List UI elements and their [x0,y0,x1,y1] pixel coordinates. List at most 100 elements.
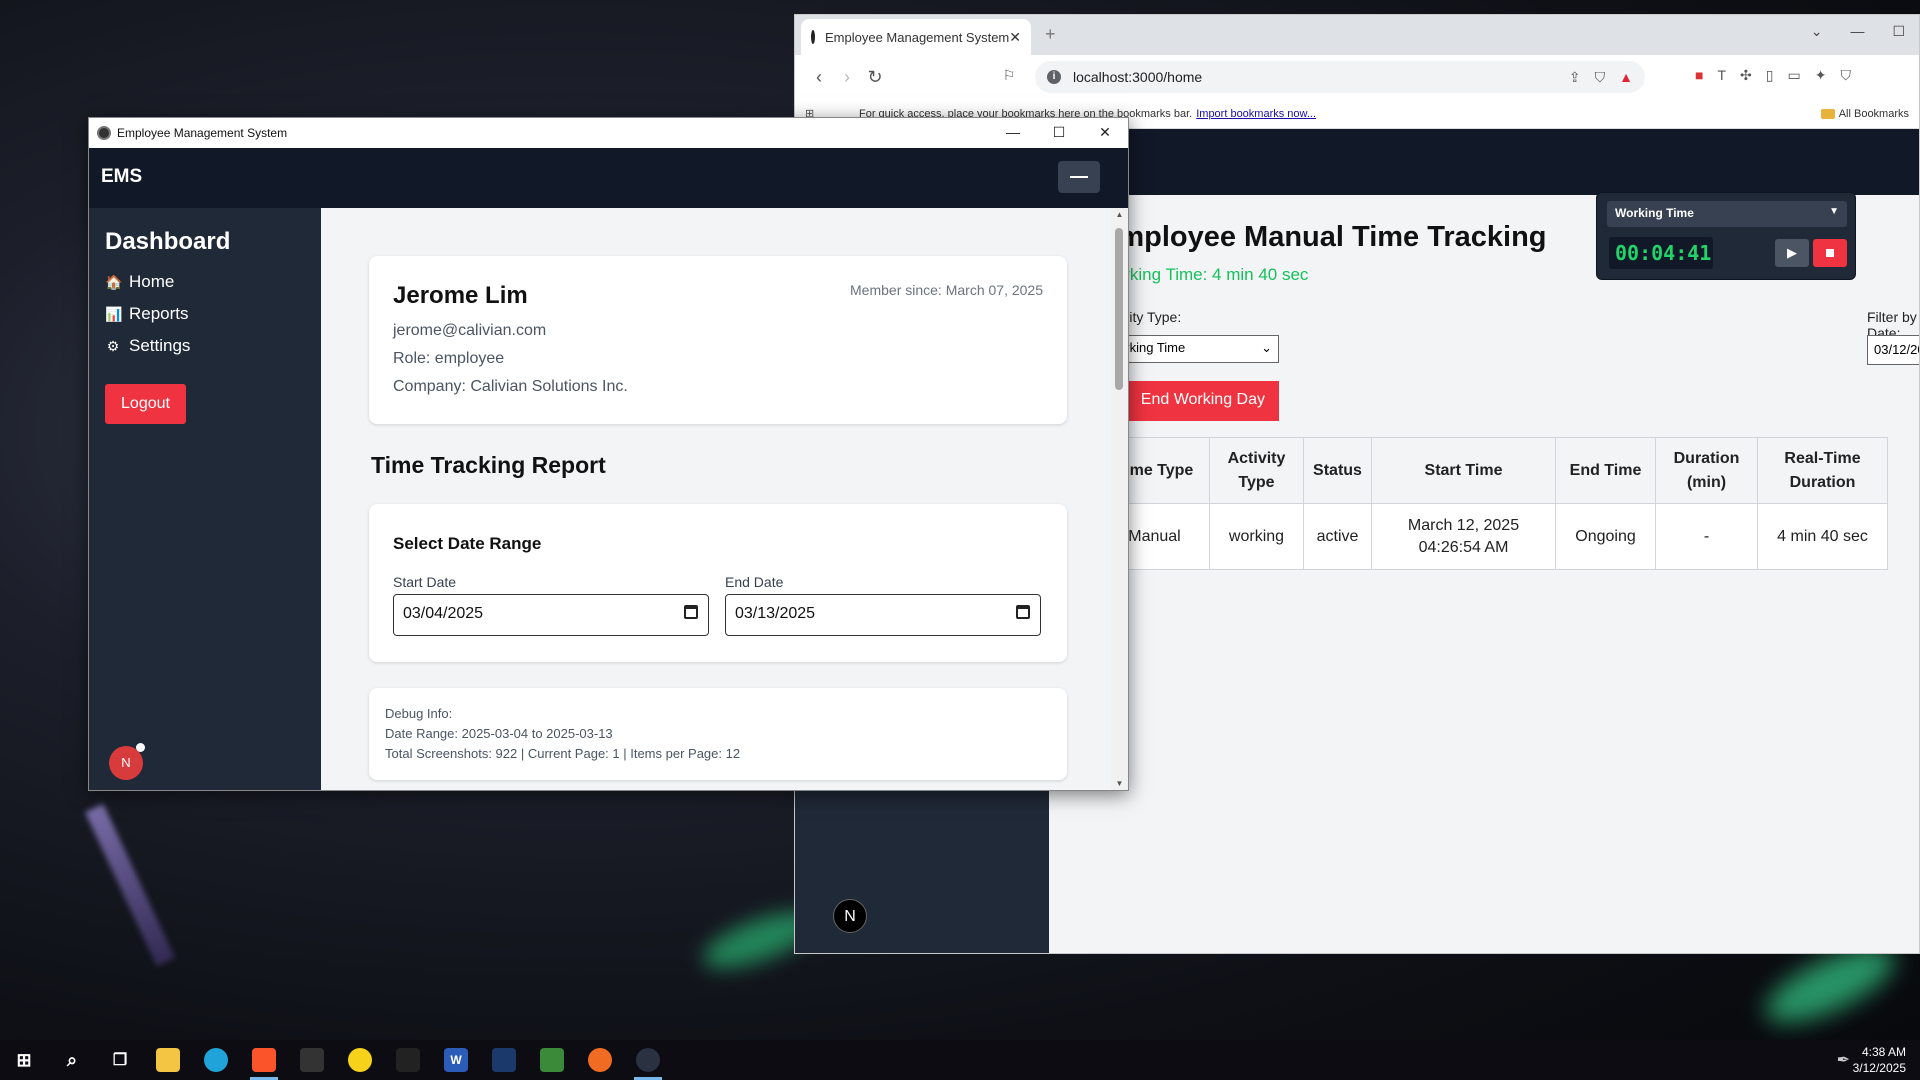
leo-icon[interactable]: ✦ [1815,67,1827,84]
new-tab-button[interactable]: + [1045,24,1056,45]
start-date-label: Start Date [393,574,457,590]
browser-tab[interactable]: Employee Management System ✕ [801,19,1031,55]
calendar-icon[interactable] [1016,605,1030,619]
browser-tab-bar: Employee Management System ✕ + ⌄ — ☐ [795,15,1919,55]
sidebar-icon[interactable]: ▯ [1766,67,1774,84]
back-icon[interactable]: ‹ [805,67,833,88]
app-window: Employee Management System — ☐ ✕ EMS Das… [88,117,1129,791]
minimize-icon[interactable]: — [990,118,1036,148]
debug-title: Debug Info: [385,706,453,721]
tab-search-icon[interactable]: ⌄ [1811,23,1823,40]
taskbar-app[interactable] [288,1040,336,1080]
column-header: Duration (min) [1655,437,1758,504]
vpn-icon[interactable]: ⛉ [1840,67,1851,84]
address-bar[interactable]: i localhost:3000/home ⇪ ⛉ ▲ [1035,61,1645,93]
tab-close-icon[interactable]: ✕ [1009,29,1021,46]
close-icon[interactable]: ✕ [1082,118,1128,148]
profile-card: Jerome Lim Member since: March 07, 2025 … [369,256,1067,424]
taskbar-brave[interactable] [240,1040,288,1080]
bookmark-icon[interactable]: ⚐ [995,67,1023,84]
forward-icon[interactable]: › [833,67,861,88]
play-button[interactable]: ▶ [1775,239,1809,267]
scroll-up-icon[interactable]: ▲ [1111,210,1128,219]
task-view-icon: ❐ [112,1052,128,1069]
timer-mode-select[interactable]: Working Time ▼ [1607,201,1847,227]
extension-icon[interactable]: ■ [1695,67,1703,84]
stop-button[interactable] [1813,239,1847,267]
timer-clock: 00:04:41 [1609,237,1713,269]
timer-mode-value: Working Time [1615,206,1694,220]
extension-icon[interactable]: T [1717,67,1726,84]
logout-button[interactable]: Logout [105,384,186,424]
sidebar-item-reports[interactable]: 📊 Reports [105,304,189,324]
electron-icon [636,1048,660,1072]
date-range-card: Select Date Range Start Date 03/04/2025 … [369,504,1067,662]
start-date-input[interactable]: 03/04/2025 [393,594,709,636]
start-button[interactable]: ⊞ [0,1040,48,1080]
share-icon[interactable]: ⇪ [1569,69,1581,86]
home-icon: 🏠 [105,273,123,290]
taskbar-app[interactable] [336,1040,384,1080]
column-header: Start Time [1371,437,1556,504]
profile-company: Company: Calivian Solutions Inc. [393,378,628,395]
taskbar-file-explorer[interactable] [144,1040,192,1080]
clock-date: 3/12/2025 [1852,1061,1906,1075]
wallet-icon[interactable]: ▭ [1787,67,1800,84]
sidebar-item-home[interactable]: 🏠 Home [105,272,174,292]
calendar-icon[interactable] [684,605,698,619]
app-window-title: Employee Management System [117,126,288,140]
scrollbar-thumb[interactable] [1115,228,1123,390]
menu-toggle-button[interactable] [1058,161,1100,193]
maximize-icon[interactable]: ☐ [1892,23,1905,40]
column-header: Status [1303,437,1372,504]
brave-rewards-icon[interactable]: ▲ [1619,69,1633,85]
taskbar-app[interactable] [480,1040,528,1080]
taskbar-edge[interactable] [192,1040,240,1080]
taskbar-app[interactable] [576,1040,624,1080]
vertical-scrollbar[interactable]: ▲ ▼ [1111,208,1128,790]
date-range-heading: Select Date Range [393,534,542,553]
search-button[interactable]: ⌕ [48,1040,96,1080]
pen-icon[interactable]: ✒ [1837,1050,1850,1070]
minimize-icon[interactable]: — [1850,23,1864,40]
sidebar-item-settings[interactable]: ⚙ Settings [105,336,191,356]
member-since: Member since: March 07, 2025 [850,282,1043,298]
brand-logo[interactable]: EMS [101,166,142,188]
folder-icon [156,1048,180,1072]
maximize-icon[interactable]: ☐ [1036,118,1082,148]
reload-icon[interactable]: ↻ [861,67,889,88]
profile-role: Role: employee [393,350,505,367]
nextjs-badge[interactable]: N [109,743,145,780]
brave-shield-icon[interactable]: ⛉ [1595,69,1606,86]
scroll-down-icon[interactable]: ▼ [1111,779,1128,788]
taskbar-electron[interactable] [624,1040,672,1080]
import-bookmarks-link[interactable]: Import bookmarks now... [1196,108,1316,120]
sidebar-item-label: Reports [129,304,189,323]
web-main: Employee Manual Time Tracking Working Ti… [1049,195,1919,953]
brave-icon [252,1048,276,1072]
puzzle-icon[interactable]: ✣ [1740,67,1752,84]
taskbar-app[interactable] [384,1040,432,1080]
chevron-down-icon: ⌄ [1261,340,1272,355]
system-clock[interactable]: 4:38 AM 3/12/2025 [1853,1044,1906,1076]
app-icon [348,1048,372,1072]
chart-icon: 📊 [105,305,123,322]
taskbar-app[interactable] [528,1040,576,1080]
app-main-content: Jerome Lim Member since: March 07, 2025 … [321,208,1113,790]
table-cell: March 12, 2025 04:26:54 AM [1371,503,1556,570]
debug-totals: Total Screenshots: 922 | Current Page: 1… [385,746,741,761]
end-date-input[interactable]: 03/13/2025 [725,594,1041,636]
app-icon [396,1048,420,1072]
app-title-bar: Employee Management System — ☐ ✕ [89,118,1128,148]
timer-widget: Working Time ▼ 00:04:41 ▶ [1596,192,1856,280]
word-icon: W [444,1048,468,1072]
site-info-icon[interactable]: i [1047,70,1061,84]
column-header: Real-Time Duration [1757,437,1888,504]
nextjs-badge[interactable]: N [833,899,867,933]
task-view-button[interactable]: ❐ [96,1040,144,1080]
table-cell: working [1209,503,1304,570]
all-bookmarks-button[interactable]: All Bookmarks [1820,108,1909,120]
filter-date-input[interactable]: 03/12/2025 [1867,335,1919,365]
taskbar-word[interactable]: W [432,1040,480,1080]
edge-icon [204,1048,228,1072]
